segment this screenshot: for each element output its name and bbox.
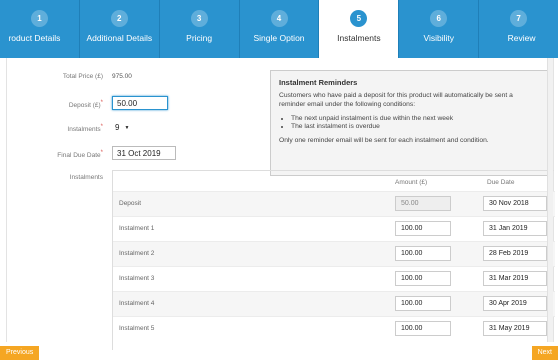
table-row: Instalment 3 (113, 266, 555, 291)
previous-button[interactable]: Previous (0, 346, 40, 360)
step-label: roduct Details (8, 33, 61, 43)
amount-input[interactable] (395, 221, 451, 236)
required-marker: * (100, 100, 103, 106)
step-single-option[interactable]: 4 Single Option (238, 0, 319, 58)
step-number: 3 (190, 10, 208, 27)
final-due-date-label-text: Final Due Date (57, 152, 101, 160)
amount-input[interactable] (395, 321, 451, 336)
deposit-due-date-input[interactable] (483, 196, 547, 211)
table-row-deposit: Deposit (113, 191, 555, 216)
step-label: Instalments (337, 33, 381, 43)
amount-input[interactable] (395, 296, 451, 311)
row-name: Instalment 3 (119, 275, 155, 282)
reminder-condition: The last instalment is overdue (291, 123, 539, 131)
table-row: Instalment 1 (113, 216, 555, 241)
step-number: 2 (110, 10, 128, 27)
step-number: 7 (510, 10, 528, 27)
reminder-title: Instalment Reminders (279, 78, 358, 87)
due-date-input[interactable] (483, 221, 547, 236)
amount-column-header: Amount (£) (395, 179, 428, 186)
total-price-label-text: Total Price (£) (62, 73, 103, 80)
instalments-panel: Total Price (£) 975.00 Deposit (£)* Inst… (3, 58, 555, 350)
final-due-date-label: Final Due Date* (3, 150, 103, 159)
row-name: Instalment 5 (119, 325, 155, 332)
amount-input[interactable] (395, 246, 451, 261)
table-row: Instalment 2 (113, 241, 555, 266)
step-product-details[interactable]: 1 roduct Details (0, 0, 79, 58)
reminder-condition: The next unpaid instalment is due within… (291, 115, 539, 123)
instalment-reminders-box: Instalment Reminders Customers who have … (270, 70, 548, 176)
step-wizard: 1 roduct Details 2 Additional Details 3 … (0, 0, 558, 58)
step-number: 4 (270, 10, 288, 27)
table-row: Instalment 5 (113, 316, 555, 341)
instalments-table-label: Instalments (69, 174, 103, 181)
reminder-footer: Only one reminder email will be sent for… (279, 137, 489, 144)
deposit-amount-field (395, 196, 451, 211)
step-label: Pricing (186, 33, 213, 43)
row-name: Instalment 4 (119, 300, 155, 307)
step-number: 6 (430, 10, 448, 27)
final-due-date-input[interactable] (112, 146, 176, 160)
row-name: Deposit (119, 200, 142, 207)
total-price-value: 975.00 (112, 73, 132, 80)
caret-down-icon: ▼ (124, 124, 130, 131)
deposit-input[interactable] (112, 96, 168, 110)
deposit-label-text: Deposit (£) (68, 102, 101, 110)
due-date-input[interactable] (483, 321, 547, 336)
instalments-select-value: 9 (115, 123, 120, 132)
due-date-input[interactable] (483, 296, 547, 311)
reminder-conditions: The next unpaid instalment is due within… (291, 115, 539, 131)
due-date-input[interactable] (483, 246, 547, 261)
total-price-label: Total Price (£) (3, 73, 103, 80)
step-review[interactable]: 7 Review (478, 0, 558, 58)
step-instalments[interactable]: 5 Instalments (318, 0, 399, 58)
step-number: 1 (30, 10, 48, 27)
instalments-label: Instalments* (3, 124, 103, 133)
instalments-table: Amount (£) Due Date Deposit Instalment 1… (112, 170, 555, 350)
scrollbar[interactable] (547, 58, 553, 342)
step-label: Additional Details (86, 33, 153, 43)
step-label: Single Option (253, 33, 305, 43)
required-marker: * (100, 150, 103, 156)
instalments-select[interactable]: 9 ▼ (115, 123, 129, 132)
step-pricing[interactable]: 3 Pricing (158, 0, 239, 58)
step-label: Review (507, 33, 536, 43)
row-name: Instalment 1 (119, 225, 155, 232)
row-name: Instalment 2 (119, 250, 155, 257)
amount-input[interactable] (395, 271, 451, 286)
step-visibility[interactable]: 6 Visibility (398, 0, 478, 58)
step-additional-details[interactable]: 2 Additional Details (78, 0, 159, 58)
required-marker: * (100, 124, 103, 130)
deposit-label: Deposit (£)* (3, 100, 103, 109)
due-date-input[interactable] (483, 271, 547, 286)
table-row: Instalment 4 (113, 291, 555, 316)
step-label: Visibility (423, 33, 454, 43)
step-number: 5 (350, 10, 368, 27)
reminder-intro: Customers who have paid a deposit for th… (279, 92, 513, 108)
instalments-label-text: Instalments (67, 126, 101, 134)
due-date-column-header: Due Date (487, 179, 515, 186)
next-button[interactable]: Next (531, 346, 558, 360)
